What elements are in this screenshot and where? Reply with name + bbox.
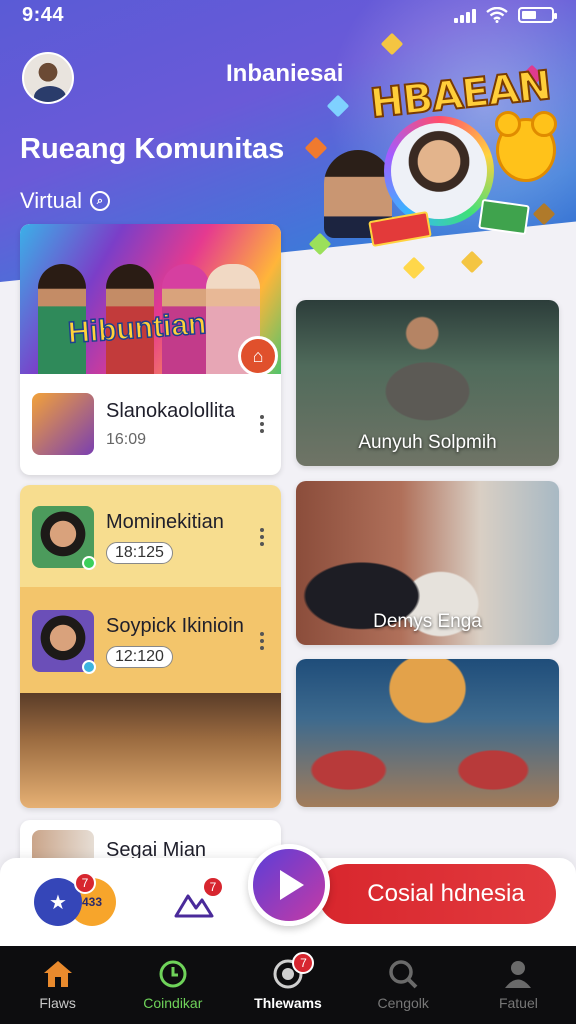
status-bar: 9:44 — [0, 0, 576, 30]
list-item-time: 18:125 — [106, 541, 173, 564]
battery-icon — [518, 7, 557, 23]
nav-label: Flaws — [39, 995, 76, 1011]
search-circle-icon: ⌕ — [89, 191, 110, 211]
banner-spin-wheel — [384, 116, 494, 226]
video-caption: Aunyuh Solpmih — [358, 432, 497, 453]
more-options-icon[interactable] — [255, 415, 269, 433]
video-caption: Demys Enga — [373, 611, 482, 632]
list-item[interactable]: Soypick Ikinioin 12:120 — [32, 603, 269, 679]
online-status-icon — [82, 556, 96, 570]
list-item-name: Mominekitian — [106, 510, 224, 533]
status-time: 9:44 — [22, 3, 65, 26]
video-card[interactable] — [296, 659, 559, 807]
online-status-icon — [82, 660, 96, 674]
profile-icon — [505, 961, 532, 988]
featured-image: Hibuntian ⌂ — [20, 224, 281, 376]
nav-item-fatuel[interactable]: Fatuel — [461, 946, 576, 1024]
nav-label: Thlewams — [254, 995, 322, 1011]
banner-mascot — [495, 111, 557, 182]
nav-label: Coindikar — [143, 995, 203, 1011]
thumbnail — [32, 506, 96, 570]
list-item-name: Slanokaolollita — [106, 399, 235, 422]
nav-item-coindikar[interactable]: Coindikar — [115, 946, 230, 1024]
home-icon — [43, 961, 72, 987]
highlight-list-card: Mominekitian 18:125 Soypick Ikinioin 12:… — [20, 485, 281, 808]
page-title: Rueang Komunitas — [20, 133, 285, 165]
featured-room-card[interactable]: Hibuntian ⌂ Slanokaolollita 16:09 — [20, 224, 281, 475]
clock-icon — [159, 960, 187, 988]
user-avatar[interactable] — [22, 52, 74, 104]
cta-button[interactable]: Cosial hdnesia — [318, 864, 556, 924]
notification-badge: 7 — [202, 876, 224, 898]
list-item-name: Soypick Ikinioin — [106, 614, 244, 637]
wifi-icon — [486, 7, 508, 23]
nav-item-thlewams[interactable]: 7 Thlewams — [230, 946, 345, 1024]
nav-item-cengolk[interactable]: Cengolk — [346, 946, 461, 1024]
share-badge-icon[interactable]: ⌂ — [238, 336, 278, 376]
rewards-button[interactable]: 433 ★ 7 — [34, 872, 118, 926]
mountain-button[interactable]: 7 — [174, 876, 224, 922]
bottom-nav: Flaws Coindikar 7 Thlewams Cengolk Fatue… — [0, 946, 576, 1024]
thumbnail — [32, 393, 94, 455]
cafe-photo[interactable] — [20, 693, 281, 808]
list-item[interactable]: Mominekitian 18:125 — [32, 499, 269, 575]
cta-label: Cosial hdnesia — [367, 880, 525, 907]
cellular-signal-icon — [454, 7, 476, 23]
play-icon — [280, 870, 304, 900]
game-banner[interactable]: HBAEAN — [300, 30, 576, 280]
video-card[interactable]: Aunyuh Solpmih — [296, 300, 559, 466]
list-item-time: 16:09 — [106, 430, 147, 448]
list-item-time: 12:120 — [106, 645, 173, 668]
search-icon — [389, 960, 418, 989]
action-bar: 433 ★ 7 7 Cosial hdnesia — [0, 844, 576, 946]
nav-item-flaws[interactable]: Flaws — [0, 946, 115, 1024]
section-label-text: Virtual — [20, 188, 82, 213]
video-card[interactable]: Demys Enga — [296, 481, 559, 645]
more-options-icon[interactable] — [255, 632, 269, 650]
list-item[interactable]: Slanokaolollita 16:09 — [32, 386, 269, 462]
notification-badge: 7 — [74, 872, 96, 894]
notification-badge: 7 — [292, 952, 315, 974]
play-button[interactable] — [248, 844, 330, 926]
nav-label: Fatuel — [498, 995, 538, 1011]
more-options-icon[interactable] — [255, 528, 269, 546]
nav-label: Cengolk — [377, 995, 429, 1011]
banner-ticket — [478, 198, 530, 236]
section-label[interactable]: Virtual ⌕ — [20, 188, 110, 214]
thumbnail — [32, 610, 96, 674]
